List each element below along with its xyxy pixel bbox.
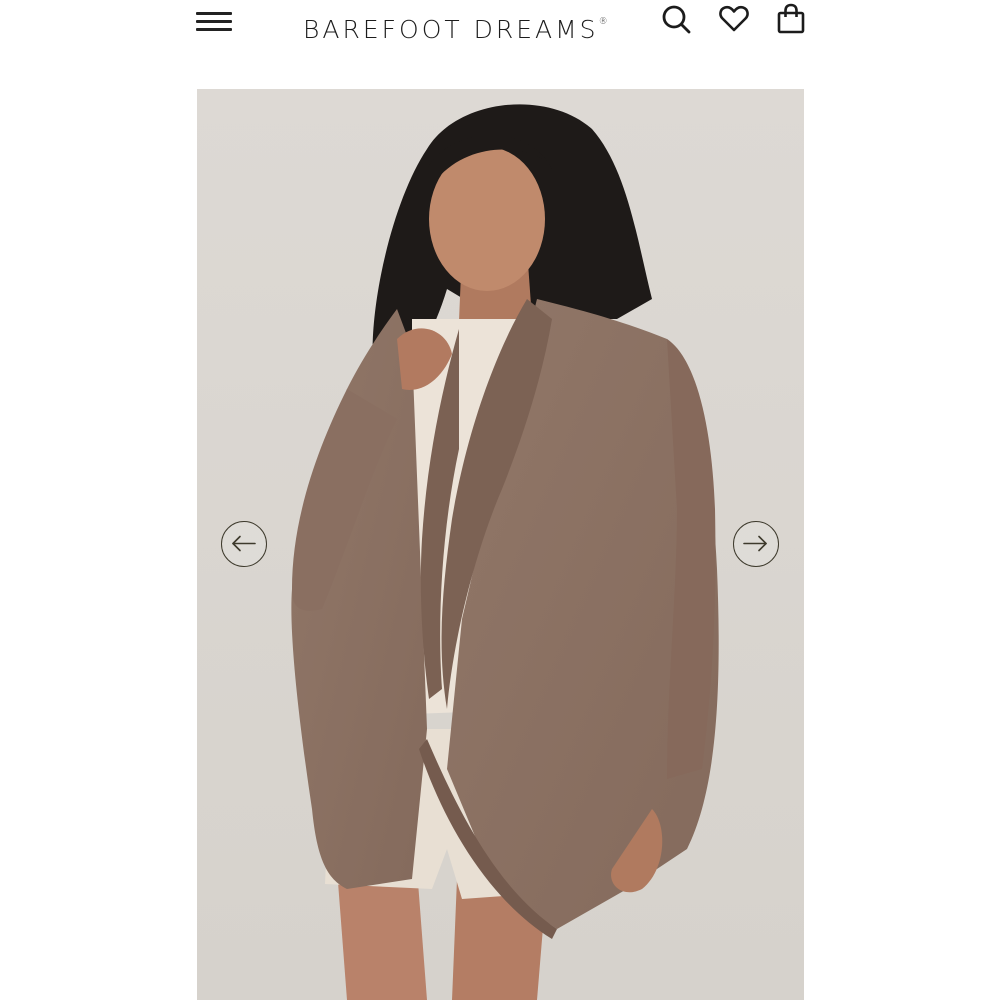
site-header: BAREFOOT DREAMS® <box>0 0 1000 60</box>
search-icon[interactable] <box>659 2 693 36</box>
product-photo <box>197 89 804 1000</box>
previous-image-button[interactable] <box>221 521 267 567</box>
shopping-bag-icon[interactable] <box>774 2 808 36</box>
product-image-gallery <box>197 89 804 1000</box>
brand-name: BAREFOOT DREAMS <box>303 15 599 44</box>
next-image-button[interactable] <box>733 521 779 567</box>
heart-icon[interactable] <box>717 2 751 36</box>
brand-logo[interactable]: BAREFOOT DREAMS® <box>303 2 608 44</box>
menu-icon[interactable] <box>194 8 234 36</box>
arrow-left-icon <box>232 535 256 552</box>
arrow-right-icon <box>743 535 767 552</box>
brand-registered-mark: ® <box>598 17 608 27</box>
